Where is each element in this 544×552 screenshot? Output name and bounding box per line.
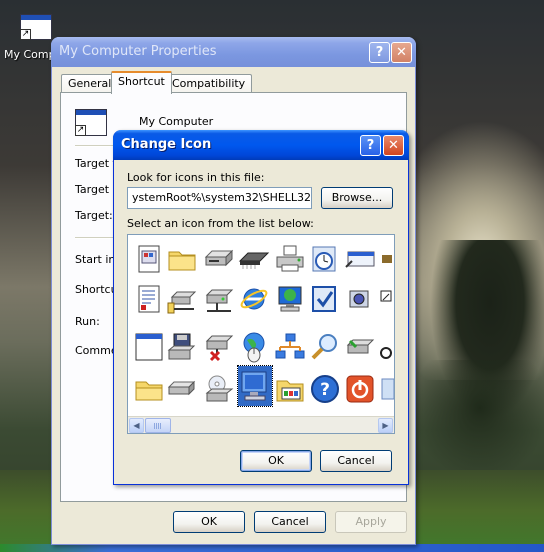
open-folder-icon[interactable] xyxy=(133,373,165,405)
speaker-icon[interactable] xyxy=(344,283,376,315)
tab-general[interactable]: General xyxy=(61,74,119,93)
printer-icon[interactable] xyxy=(274,243,306,275)
change-icon-dialog: Change Icon ? ✕ Look for icons in this f… xyxy=(113,130,409,485)
cancel-button[interactable]: Cancel xyxy=(320,450,392,472)
network-drive-icon[interactable] xyxy=(203,283,235,315)
internet-explorer-icon[interactable] xyxy=(238,283,270,315)
target-label: Target: xyxy=(75,209,113,222)
shutdown-icon[interactable] xyxy=(344,373,376,405)
clock-settings-icon[interactable] xyxy=(309,243,341,275)
help-icon[interactable]: ? xyxy=(309,373,341,405)
scrollbar-thumb[interactable] xyxy=(145,418,171,433)
properties-titlebar[interactable]: My Computer Properties ? ✕ xyxy=(51,37,416,67)
run-label: Run: xyxy=(75,315,100,328)
control-panel-icon[interactable] xyxy=(274,373,306,405)
network-drive-icon[interactable] xyxy=(166,283,198,315)
tab-compatibility[interactable]: Compatibility xyxy=(165,74,253,93)
partial-icon[interactable] xyxy=(380,243,394,275)
my-computer-network-icon[interactable] xyxy=(274,283,306,315)
folder-icon[interactable] xyxy=(166,243,198,275)
taskbar-edge xyxy=(0,544,544,552)
shortcut-icon: ↗ xyxy=(75,109,107,136)
memory-chip-icon[interactable] xyxy=(238,243,270,275)
check-document-icon[interactable] xyxy=(309,283,341,315)
apply-button[interactable]: Apply xyxy=(335,511,407,533)
change-icon-titlebar[interactable]: Change Icon ? ✕ xyxy=(113,130,409,160)
scroll-left-icon[interactable]: ◀ xyxy=(129,418,144,433)
help-button[interactable]: ? xyxy=(360,135,381,156)
floppy-drive-icon[interactable] xyxy=(203,243,235,275)
cd-drive-icon[interactable] xyxy=(203,373,235,405)
ok-button[interactable]: OK xyxy=(240,450,312,472)
browse-button[interactable]: Browse... xyxy=(321,187,393,209)
my-computer-shortcut-icon: ↗ xyxy=(20,14,52,40)
globe-mouse-icon[interactable] xyxy=(238,331,270,363)
file-path-input[interactable]: ystemRoot%\system32\SHELL32.dll xyxy=(127,187,312,209)
wallpaper-tree-base xyxy=(410,360,544,480)
partial-icon[interactable] xyxy=(380,373,394,405)
select-icon-label: Select an icon from the list below: xyxy=(127,217,314,230)
window-icon[interactable] xyxy=(133,331,165,363)
tab-shortcut[interactable]: Shortcut xyxy=(111,71,172,94)
window-title: My Computer Properties xyxy=(59,44,217,59)
hard-drive-icon[interactable] xyxy=(166,373,198,405)
dialog-title: Change Icon xyxy=(121,137,212,152)
shortcut-name: My Computer xyxy=(139,115,214,128)
disconnected-drive-icon[interactable] xyxy=(203,331,235,363)
network-icon[interactable] xyxy=(274,331,306,363)
help-button[interactable]: ? xyxy=(369,42,390,63)
computer-monitor-icon[interactable] xyxy=(237,365,273,407)
cancel-button[interactable]: Cancel xyxy=(254,511,326,533)
partial-icon[interactable] xyxy=(380,283,394,315)
drive-icon[interactable] xyxy=(344,331,376,363)
look-for-label: Look for icons in this file: xyxy=(127,171,265,184)
partial-icon[interactable] xyxy=(380,331,394,363)
icon-list[interactable]: ? ◀ ▶ xyxy=(127,234,395,434)
scroll-right-icon[interactable]: ▶ xyxy=(378,418,393,433)
close-button[interactable]: ✕ xyxy=(383,135,404,156)
horizontal-scrollbar[interactable]: ◀ ▶ xyxy=(128,416,394,433)
floppy-disk-icon[interactable] xyxy=(166,331,198,363)
close-button[interactable]: ✕ xyxy=(391,42,412,63)
window-shortcut-icon[interactable] xyxy=(344,243,376,275)
generic-document-icon[interactable] xyxy=(133,243,165,275)
text-document-icon[interactable] xyxy=(133,283,165,315)
search-icon[interactable] xyxy=(309,331,341,363)
svg-text:?: ? xyxy=(320,380,330,400)
ok-button[interactable]: OK xyxy=(173,511,245,533)
